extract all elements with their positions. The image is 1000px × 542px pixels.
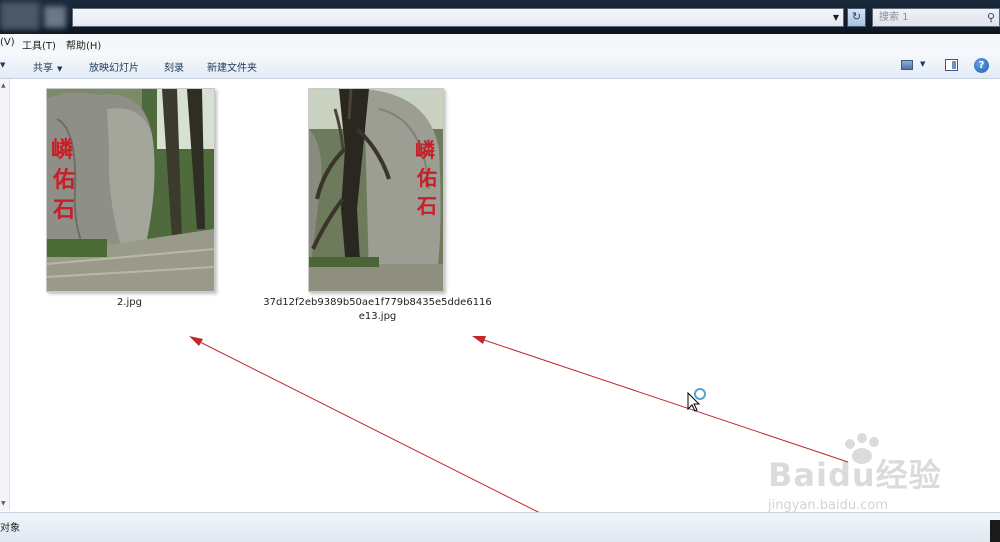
baidu-watermark: Baidu经验 jingyan.baidu.com (760, 432, 960, 522)
organize-dropdown-icon[interactable]: ▼ (0, 59, 5, 70)
preview-pane-icon[interactable] (945, 59, 958, 71)
stone-photo-2: 嶙 佑 石 (309, 89, 443, 291)
svg-text:佑: 佑 (52, 167, 75, 193)
svg-text:佑: 佑 (416, 166, 437, 190)
svg-text:石: 石 (416, 194, 437, 218)
address-bar[interactable]: ▼ (72, 8, 844, 27)
busy-cursor-icon (687, 388, 706, 412)
blurred-nav-button (44, 6, 66, 28)
svg-text:嶙: 嶙 (51, 137, 73, 163)
file-thumbnail-2jpg[interactable]: 嶙 佑 石 (46, 88, 215, 292)
menu-tools[interactable]: 工具(T) (22, 37, 56, 52)
file-thumbnail-37d12f[interactable]: 嶙 佑 石 (308, 88, 444, 292)
view-dropdown-icon[interactable]: ▼ (920, 60, 925, 68)
blurred-window-icon (0, 2, 40, 30)
search-placeholder: 搜索 1 (879, 12, 909, 23)
new-folder-button[interactable]: 新建文件夹 (207, 59, 257, 74)
svg-text:石: 石 (52, 197, 75, 223)
search-input[interactable]: 搜索 1 ⚲ (872, 8, 1000, 27)
address-dropdown-icon[interactable]: ▼ (829, 9, 843, 26)
watermark-url: jingyan.baidu.com (768, 498, 888, 513)
menu-help[interactable]: 帮助(H) (66, 37, 101, 52)
status-text: 对象 (0, 523, 20, 534)
svg-text:嶙: 嶙 (415, 138, 435, 162)
scroll-up-icon[interactable]: ▲ (1, 82, 6, 89)
change-view-icon[interactable] (901, 60, 913, 70)
annotation-arrow-1 (189, 336, 551, 519)
navigation-pane-scrollbar[interactable]: ▲ ▼ (0, 79, 10, 511)
burn-button[interactable]: 刻录 (164, 59, 184, 74)
refresh-icon: ↻ (851, 10, 862, 23)
scroll-down-icon[interactable]: ▼ (1, 500, 6, 507)
chevron-down-icon: ▼ (57, 65, 63, 73)
stone-photo-1: 嶙 佑 石 (47, 89, 214, 291)
menu-view[interactable]: (V) (0, 37, 15, 48)
file-name-line2: e13.jpg (358, 311, 397, 322)
file-name-line1: 37d12f2eb9389b50ae1f779b8435e5dde6116 (263, 297, 492, 308)
refresh-button[interactable]: ↻ (847, 8, 866, 27)
status-bar: 对象 (0, 512, 1000, 542)
window-corner (990, 520, 1000, 542)
watermark-brand: Baidu经验 (768, 456, 942, 494)
search-icon[interactable]: ⚲ (987, 9, 995, 26)
share-label: 共享 (33, 63, 53, 74)
file-name-label-2[interactable]: 37d12f2eb9389b50ae1f779b8435e5dde6116 e1… (255, 296, 500, 324)
help-icon[interactable]: ? (974, 58, 989, 73)
title-bar: ▼ ↻ 搜索 1 ⚲ (0, 0, 1000, 34)
share-button[interactable]: 共享 ▼ (33, 59, 62, 74)
command-bar: ▼ 共享 ▼ 放映幻灯片 刻录 新建文件夹 ▼ ? (0, 53, 1000, 79)
menu-bar: (V) 工具(T) 帮助(H) (0, 34, 1000, 54)
slideshow-button[interactable]: 放映幻灯片 (89, 59, 139, 74)
file-name-label[interactable]: 2.jpg (46, 296, 213, 310)
